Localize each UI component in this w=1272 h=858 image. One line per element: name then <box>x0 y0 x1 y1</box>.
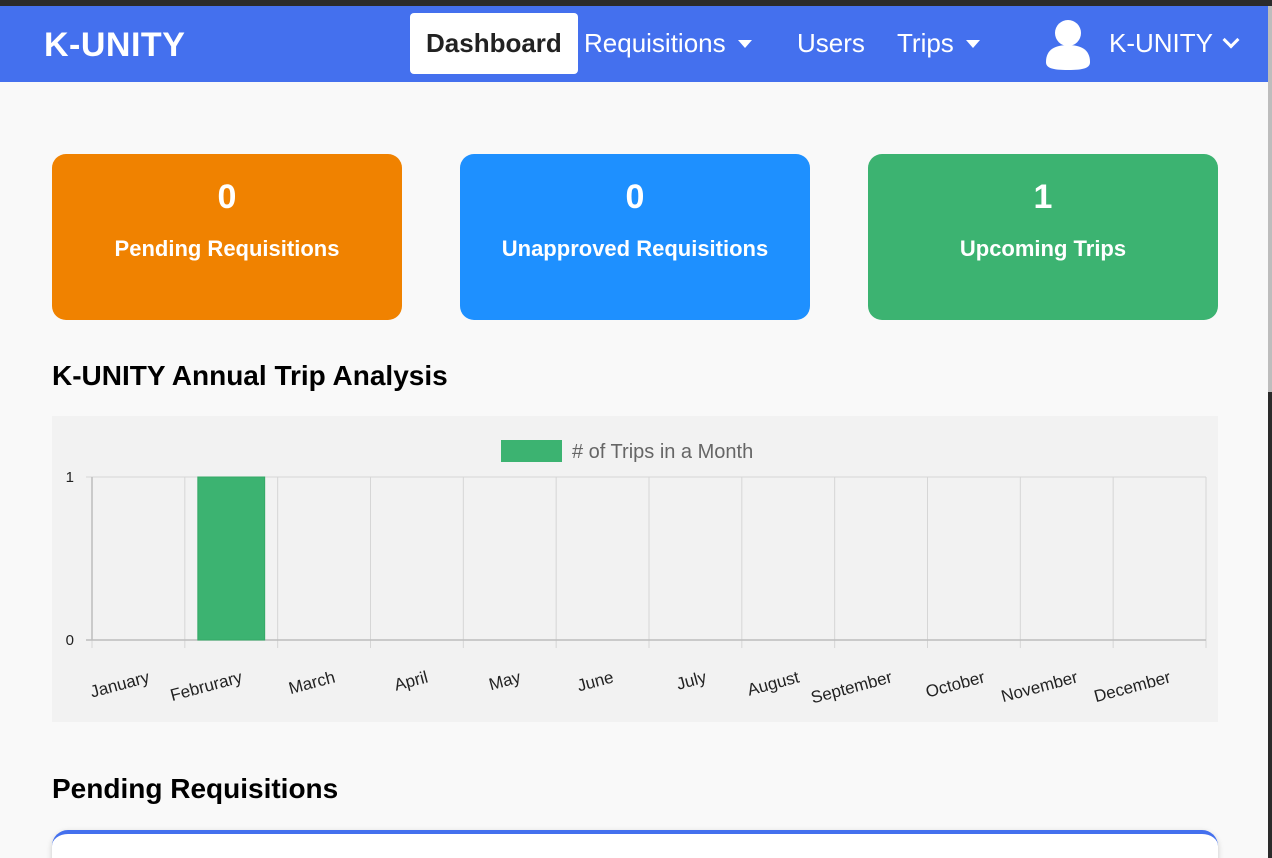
card-value: 0 <box>625 178 645 216</box>
x-tick-label: July <box>674 667 709 693</box>
x-tick-label: October <box>924 667 988 701</box>
nav-users[interactable]: Users <box>797 13 865 74</box>
x-tick-label: April <box>392 668 430 695</box>
chart-section-title: K-UNITY Annual Trip Analysis <box>52 360 448 391</box>
user-avatar-icon[interactable] <box>1044 18 1092 70</box>
legend-label: # of Trips in a Month <box>572 441 753 463</box>
scrollbar-thumb[interactable] <box>1268 6 1272 392</box>
nav-dashboard[interactable]: Dashboard <box>410 13 578 74</box>
legend-swatch <box>501 440 562 462</box>
x-tick-label: November <box>999 667 1080 706</box>
x-tick-label: January <box>88 667 152 701</box>
chevron-down-icon <box>1222 31 1240 49</box>
nav-trips[interactable]: Trips <box>897 13 980 74</box>
caret-down-icon <box>965 40 980 49</box>
x-tick-label: December <box>1092 667 1173 706</box>
nav-requisitions[interactable]: Requisitions <box>584 13 752 74</box>
user-menu-label: K-UNITY <box>1109 28 1213 58</box>
nav-users-label: Users <box>797 28 865 58</box>
trip-chart: 0 1 January Februrary March April May June July A… <box>52 416 1218 722</box>
y-tick-label: 0 <box>66 632 74 649</box>
bar <box>197 476 266 641</box>
card-unapproved-requisitions[interactable]: 0 Unapproved Requisitions <box>460 154 810 320</box>
y-tick-label: 1 <box>66 469 74 486</box>
card-value: 0 <box>217 178 237 216</box>
card-upcoming-trips[interactable]: 1 Upcoming Trips <box>868 154 1218 320</box>
x-tick-label: September <box>809 667 895 707</box>
brand-logo[interactable]: K-UNITY <box>44 26 185 65</box>
card-pending-requisitions[interactable]: 0 Pending Requisitions <box>52 154 402 320</box>
nav-requisitions-label: Requisitions <box>584 28 726 58</box>
nav-dashboard-label: Dashboard <box>426 28 562 58</box>
card-label: Pending Requisitions <box>114 236 340 261</box>
pending-section-title: Pending Requisitions <box>52 773 339 804</box>
navbar: K-UNITY Dashboard Requisitions Users Tri… <box>0 6 1268 82</box>
pending-requisitions-table-card <box>52 830 1218 858</box>
card-value: 1 <box>1033 178 1053 216</box>
user-menu[interactable]: K-UNITY <box>1109 13 1240 74</box>
x-tick-label: May <box>487 667 523 694</box>
card-label: Upcoming Trips <box>959 236 1127 261</box>
nav-trips-label: Trips <box>897 28 954 58</box>
card-label: Unapproved Requisitions <box>501 236 769 261</box>
x-tick-label: June <box>575 668 616 696</box>
x-tick-label: August <box>745 667 801 699</box>
page: K-UNITY Dashboard Requisitions Users Tri… <box>0 6 1268 858</box>
x-tick-label: Februrary <box>168 667 245 705</box>
x-tick-label: March <box>287 668 338 699</box>
caret-down-icon <box>737 40 752 49</box>
trip-chart-svg: 0 1 January Februrary March April May June July A… <box>66 440 1207 707</box>
